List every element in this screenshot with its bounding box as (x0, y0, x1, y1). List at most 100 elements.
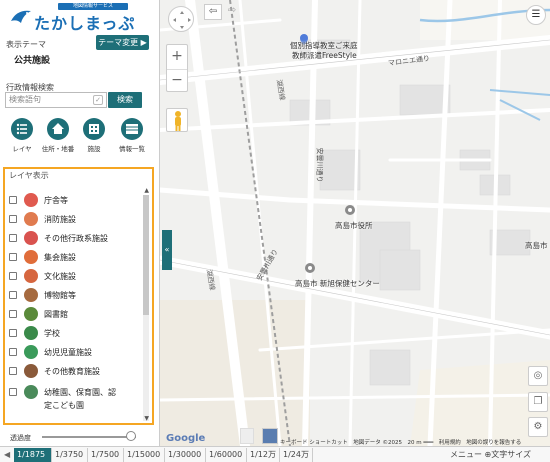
bird-logo-icon (11, 10, 31, 23)
forward-arrow-icon[interactable]: ⇨ (223, 4, 241, 20)
theme-value: 公共施設 (14, 56, 51, 66)
table-icon (121, 118, 143, 140)
building-icon (83, 118, 105, 140)
map-attribution[interactable]: キーボード ショートカット 地図データ ©2025 20 m ━━━ 利用規約 … (280, 438, 521, 446)
zoom-control: + − (166, 44, 188, 92)
layer-category-icon (24, 212, 38, 226)
gear-icon[interactable]: ⚙ (528, 417, 548, 437)
layer-checkbox[interactable] (9, 291, 17, 299)
theme-label: 表示テーマ (6, 40, 46, 49)
scale-prev-icon[interactable]: ◀ (4, 448, 10, 462)
locate-icon[interactable]: ◎ (528, 366, 548, 386)
layer-item[interactable]: 博物館等 (9, 286, 139, 304)
scale-bar: ◀ 1/1875 1/3750 1/7500 1/15000 1/30000 1/6000… (0, 446, 550, 462)
layer-item[interactable]: 幼児児童施設 (9, 343, 139, 361)
theme-change-button[interactable]: テーマ変更 ▶ (96, 35, 149, 50)
zoom-in-button[interactable]: + (167, 45, 187, 68)
tool-layer[interactable]: レイヤ (4, 118, 40, 153)
tool-facility-label: 施設 (87, 145, 101, 153)
layer-item-label: 庁舎等 (44, 196, 68, 205)
opacity-label: 透過度 (10, 434, 31, 442)
layer-category-icon (24, 345, 38, 359)
sidebar: 地図情報サービス たかしまっぷ 表示テーマ 公共施設 テーマ変更 ▶ 行政情報検… (0, 0, 160, 446)
layer-checkbox[interactable] (9, 329, 17, 337)
sidebar-collapse-button[interactable]: « (162, 230, 172, 270)
google-logo: Google (166, 433, 206, 444)
health-center-marker-icon[interactable] (305, 263, 315, 273)
layer-checkbox[interactable] (9, 388, 17, 396)
layer-category-icon (24, 231, 38, 245)
scale-option[interactable]: 1/12万 (247, 448, 280, 462)
map-label-shop2: 教師派遣FreeStyle (292, 51, 357, 60)
map-label-city-hall: 高島市役所 (335, 221, 373, 230)
layer-item[interactable]: 定こども園 (9, 396, 139, 414)
layer-category-icon (24, 307, 38, 321)
scale-option[interactable]: 1/60000 (206, 448, 247, 462)
layer-item[interactable]: 消防施設 (9, 210, 139, 228)
street-thumb-icon[interactable] (240, 428, 254, 444)
tool-address[interactable]: 住所・地番 (40, 118, 76, 153)
layer-item-label: その他教育施設 (44, 367, 100, 376)
layer-category-icon (24, 269, 38, 283)
scale-option[interactable]: 1/3750 (52, 448, 88, 462)
layer-panel: レイヤ表示 庁舎等 消防施設 その他行政系施設 集会施設 文化施設 博物館等 図書館 学校 幼児… (3, 167, 154, 425)
tool-info-list-label: 情報一覧 (119, 145, 145, 153)
zoom-out-button[interactable]: − (167, 69, 187, 92)
layer-checkbox[interactable] (9, 253, 17, 261)
copy-icon[interactable]: ❐ (528, 392, 548, 412)
layer-checkbox[interactable] (9, 367, 17, 375)
layer-item-label: 幼児児童施設 (44, 348, 92, 357)
back-arrow-icon[interactable]: ⇦ (204, 4, 222, 20)
home-icon (47, 118, 69, 140)
city-hall-marker-icon[interactable] (345, 205, 355, 215)
scale-option[interactable]: 1/7500 (88, 448, 124, 462)
layer-scrollbar[interactable] (143, 195, 149, 421)
layer-item[interactable]: 学校 (9, 324, 139, 342)
logo-title: たかしまっぷ (34, 14, 136, 33)
site-logo[interactable]: 地図情報サービス たかしまっぷ (6, 3, 152, 33)
scroll-down-icon[interactable]: ▼ (144, 415, 149, 422)
layer-checkbox[interactable] (9, 234, 17, 242)
tool-address-label: 住所・地番 (41, 145, 75, 153)
pan-control[interactable] (168, 6, 194, 32)
scale-option[interactable]: 1/24万 (280, 448, 313, 462)
map-label-health-center: 高島市 新旭保健センター (295, 279, 380, 288)
opacity-slider[interactable] (42, 436, 136, 438)
layer-checkbox[interactable] (9, 272, 17, 280)
layer-checkbox[interactable] (9, 348, 17, 356)
layer-item[interactable]: 文化施設 (9, 267, 139, 285)
scale-option[interactable]: 1/30000 (165, 448, 206, 462)
tool-info-list[interactable]: 情報一覧 (114, 118, 150, 153)
menu-icon[interactable]: ☰ (526, 5, 546, 25)
scale-option[interactable]: 1/15000 (124, 448, 165, 462)
layer-checkbox[interactable] (9, 196, 17, 204)
scale-option[interactable]: 1/1875 (14, 448, 52, 462)
search-input[interactable]: 検索語句 (5, 92, 107, 108)
map-label-edge: 高島市 (525, 241, 548, 250)
logo-subtitle: 地図情報サービス (58, 3, 128, 10)
layer-item-label: 集会施設 (44, 253, 76, 262)
layer-category-icon (24, 364, 38, 378)
scroll-up-icon[interactable]: ▲ (144, 187, 149, 194)
layer-item-label: 消防施設 (44, 215, 76, 224)
pegman-icon[interactable] (166, 108, 188, 132)
map-label-road1: 安曇川通り (315, 147, 324, 183)
layer-category-icon (24, 288, 38, 302)
satellite-thumb-icon[interactable] (262, 428, 278, 444)
layer-item-label: 学校 (44, 329, 60, 338)
clear-icon[interactable]: ✓ (93, 95, 103, 105)
layer-item[interactable]: その他教育施設 (9, 362, 139, 380)
scroll-thumb[interactable] (143, 195, 149, 315)
search-button[interactable]: 検索 (108, 92, 142, 108)
layer-item[interactable]: 庁舎等 (9, 191, 139, 209)
layer-category-icon (24, 193, 38, 207)
layer-item[interactable]: 図書館 (9, 305, 139, 323)
layer-checkbox[interactable] (9, 215, 17, 223)
bottom-menu[interactable]: メニュー ⊕文字サイズ (450, 448, 531, 462)
layer-item[interactable]: 集会施設 (9, 248, 139, 266)
tool-facility[interactable]: 施設 (76, 118, 112, 153)
map[interactable]: 個別指導教室ご来庭 教師派遣FreeStyle 高島市役所 高島市 新旭保健セン… (160, 0, 550, 446)
opacity-slider-knob[interactable] (126, 431, 137, 441)
layer-checkbox[interactable] (9, 310, 17, 318)
layer-item[interactable]: その他行政系施設 (9, 229, 139, 247)
